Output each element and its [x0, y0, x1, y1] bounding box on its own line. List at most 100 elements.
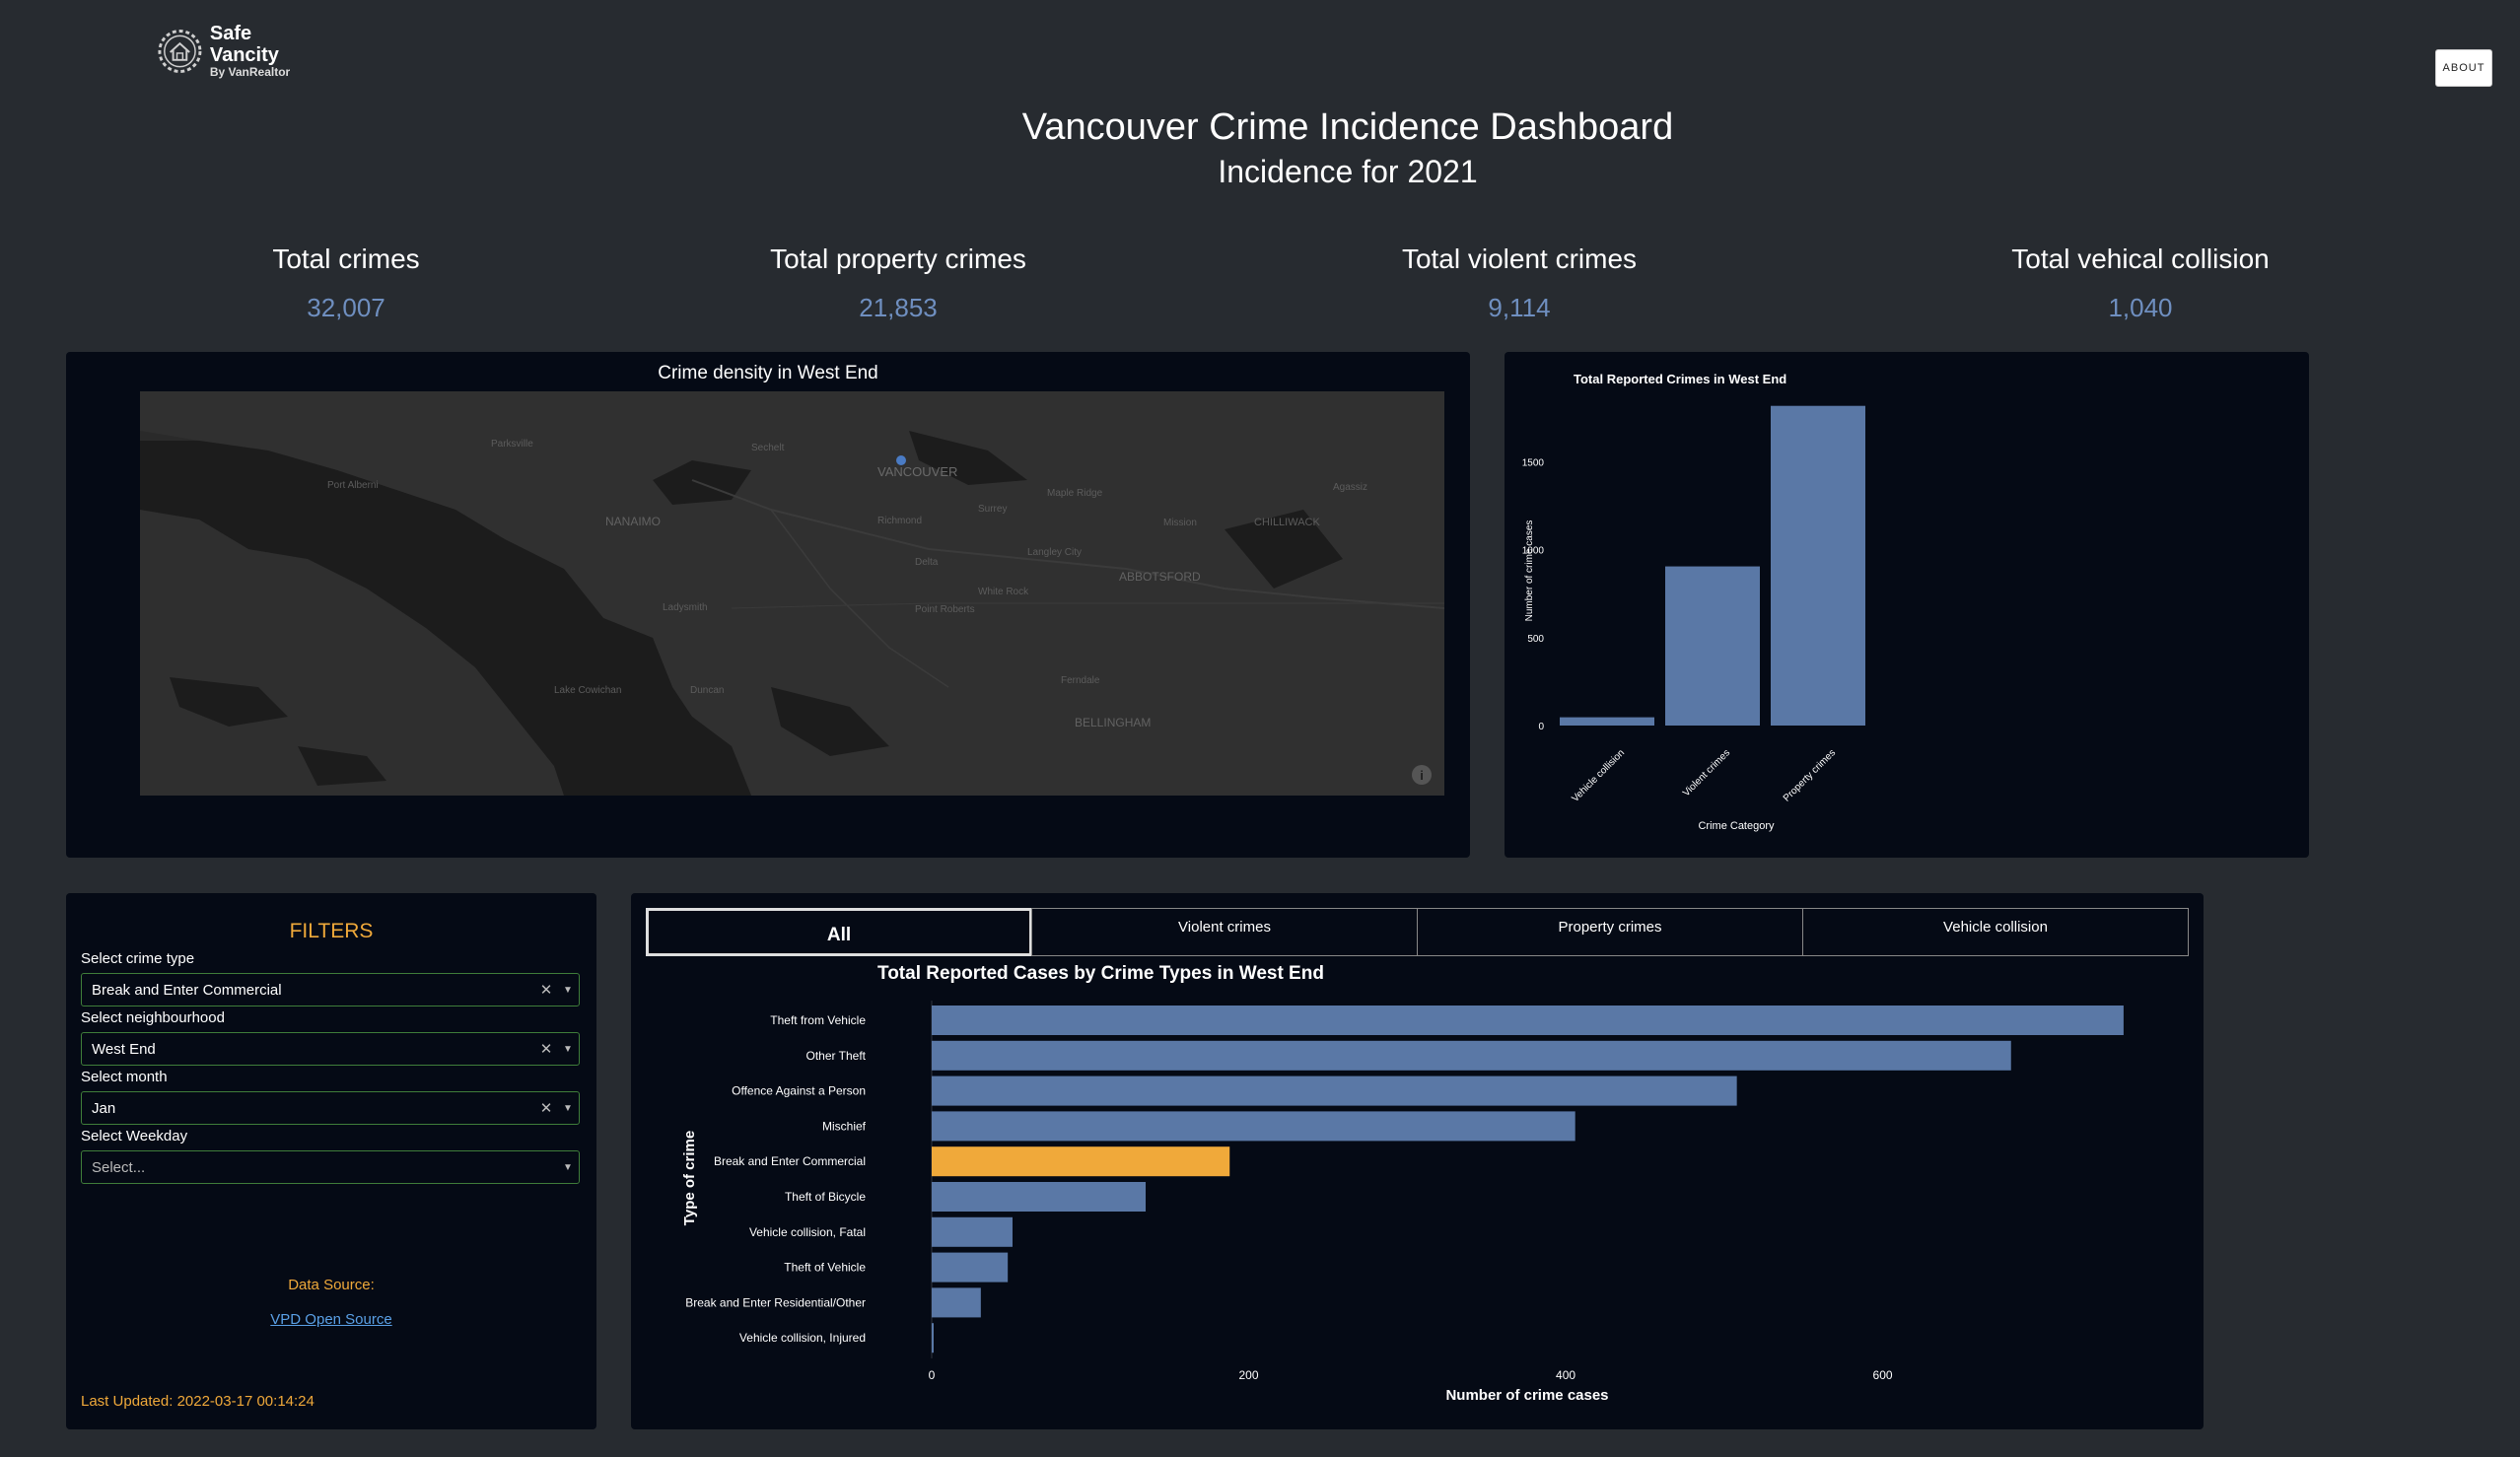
- crime-types-xtick: 400: [1556, 1368, 1575, 1382]
- map-label-chilliwack: CHILLIWACK: [1254, 517, 1320, 528]
- crime-type-bar-theft-of-bicycle[interactable]: [932, 1182, 1147, 1212]
- weekday-chevron-down-icon[interactable]: ▼: [557, 1162, 579, 1173]
- data-source-link[interactable]: VPD Open Source: [66, 1311, 596, 1328]
- neighbourhood-clear-icon[interactable]: ✕: [535, 1040, 557, 1058]
- crime-type-value: Break and Enter Commercial: [92, 981, 282, 999]
- page-title: Vancouver Crime Incidence Dashboard: [1021, 106, 1674, 148]
- logo-subtitle: By VanRealtor: [209, 65, 291, 80]
- stat-vehicle-collision-label: Total vehical collision: [2011, 243, 2270, 274]
- map-label-lake-cowichan: Lake Cowichan: [554, 685, 621, 696]
- month-select[interactable]: Jan ✕ ▼: [81, 1091, 580, 1125]
- crime-types-chart-xlabel: Number of crime cases: [1445, 1387, 1608, 1404]
- crime-density-map[interactable]: VANCOUVER NANAIMO ABBOTSFORD CHILLIWACK …: [140, 391, 1444, 796]
- crime-types-bar-chart: Total Reported Cases by Crime Types in W…: [681, 963, 2124, 1404]
- category-chart-xlabel: Crime Category: [1698, 820, 1775, 832]
- category-chart-ytick: 0: [1538, 722, 1544, 732]
- map-label-parksville: Parksville: [491, 439, 533, 450]
- map-label-ladysmith: Ladysmith: [663, 602, 708, 613]
- map-label-mission: Mission: [1163, 518, 1197, 528]
- category-bar-vehicle-collision[interactable]: [1560, 717, 1654, 726]
- category-chart-ytick: 500: [1527, 634, 1544, 645]
- category-bar-chart: Total Reported Crimes in West End 050010…: [1522, 372, 1865, 832]
- about-button[interactable]: ABOUT: [2435, 49, 2492, 87]
- tab-all-label: All: [826, 925, 852, 945]
- crime-type-bar-break-and-enter-commercial[interactable]: [932, 1146, 1230, 1177]
- category-chart-xtick: Vehicle collision: [1570, 747, 1627, 804]
- map-label-white-rock: White Rock: [978, 587, 1029, 597]
- tab-violent-crimes[interactable]: Violent crimes: [1031, 908, 1418, 956]
- weekday-select[interactable]: Select... ▼: [81, 1150, 580, 1184]
- map-label-delta: Delta: [915, 557, 939, 568]
- stat-property-crimes-value: 21,853: [859, 293, 938, 322]
- crime-type-clear-icon[interactable]: ✕: [535, 981, 557, 999]
- category-chart-xtick: Violent crimes: [1681, 747, 1732, 798]
- month-label: Select month: [81, 1069, 168, 1085]
- map-label-nanaimo: NANAIMO: [605, 515, 661, 528]
- tab-vehicle-collision[interactable]: Vehicle collision: [1802, 908, 2189, 956]
- crime-types-ytick: Theft from Vehicle: [770, 1013, 866, 1027]
- map-info-icon[interactable]: i: [1412, 765, 1432, 785]
- crime-types-ytick: Theft of Bicycle: [785, 1190, 866, 1204]
- map-label-abbotsford: ABBOTSFORD: [1119, 570, 1201, 584]
- crime-type-bar-vehicle-collision-fatal[interactable]: [932, 1216, 1013, 1247]
- tab-property-crimes[interactable]: Property crimes: [1417, 908, 1803, 956]
- crime-types-ytick: Theft of Vehicle: [784, 1261, 866, 1275]
- crime-types-xtick: 600: [1873, 1368, 1893, 1382]
- map-label-sechelt: Sechelt: [751, 443, 785, 453]
- logo-title: Safe Vancity: [209, 23, 279, 67]
- map-label-bellingham: BELLINGHAM: [1075, 716, 1151, 729]
- tab-property-crimes-label: Property crimes: [1558, 919, 1662, 936]
- crime-type-bar-offence-against-a-person[interactable]: [932, 1075, 1737, 1106]
- crime-types-chart-wrap: Total Reported Cases by Crime Types in W…: [631, 956, 2204, 1429]
- map-label-ferndale: Ferndale: [1061, 675, 1100, 686]
- stat-total-crimes-value: 32,007: [307, 293, 385, 322]
- map-title: Crime density in West End: [658, 363, 878, 383]
- map-label-agassiz: Agassiz: [1333, 482, 1367, 493]
- crime-types-ytick: Vehicle collision, Injured: [739, 1331, 866, 1345]
- stat-total-crimes-label: Total crimes: [272, 243, 420, 274]
- neighbourhood-select[interactable]: West End ✕ ▼: [81, 1032, 580, 1066]
- logo: Safe Vancity By VanRealtor: [156, 23, 323, 79]
- map-label-richmond: Richmond: [877, 516, 922, 526]
- category-chart-ylabel: Number of crime cases: [1524, 520, 1535, 622]
- svg-text:i: i: [1420, 768, 1424, 783]
- crime-type-chevron-down-icon[interactable]: ▼: [557, 985, 579, 996]
- tab-violent-crimes-label: Violent crimes: [1178, 919, 1271, 936]
- crime-types-ytick: Offence Against a Person: [732, 1084, 866, 1098]
- category-chart-xtick: Property crimes: [1782, 747, 1838, 803]
- crime-types-ytick: Break and Enter Residential/Other: [685, 1295, 866, 1309]
- map-label-port-alberni: Port Alberni: [327, 480, 379, 491]
- logo-house-icon: [158, 30, 202, 73]
- crime-type-bar-break-and-enter-residential-other[interactable]: [932, 1287, 981, 1318]
- tab-all[interactable]: All: [646, 908, 1032, 956]
- crime-types-ytick: Vehicle collision, Fatal: [749, 1225, 866, 1239]
- category-chart-ytick: 1500: [1522, 457, 1545, 468]
- category-chart-title: Total Reported Crimes in West End: [1574, 372, 1786, 386]
- page-subtitle: Incidence for 2021: [1218, 154, 1478, 189]
- map-label-duncan: Duncan: [690, 685, 724, 696]
- crime-type-bar-theft-from-vehicle[interactable]: [932, 1006, 2124, 1035]
- weekday-label: Select Weekday: [81, 1128, 188, 1145]
- stat-violent-crimes-label: Total violent crimes: [1401, 243, 1638, 274]
- crime-type-bar-other-theft[interactable]: [932, 1040, 2011, 1071]
- tab-vehicle-collision-label: Vehicle collision: [1943, 919, 2048, 936]
- crime-type-bar-vehicle-collision-injured[interactable]: [932, 1323, 934, 1353]
- stat-vehicle-collision-value: 1,040: [2108, 293, 2173, 322]
- crime-type-select[interactable]: Break and Enter Commercial ✕ ▼: [81, 973, 580, 1006]
- neighbourhood-value: West End: [92, 1040, 156, 1058]
- category-chart-panel: Total Reported Crimes in West End 0 500 10…: [1505, 352, 2309, 858]
- neighbourhood-chevron-down-icon[interactable]: ▼: [557, 1044, 579, 1055]
- crime-types-chart-title: Total Reported Cases by Crime Types in W…: [877, 963, 1324, 984]
- month-chevron-down-icon[interactable]: ▼: [557, 1103, 579, 1114]
- map-label-point-roberts: Point Roberts: [915, 604, 975, 615]
- crime-types-xtick: 200: [1239, 1368, 1259, 1382]
- category-bar-violent-crimes[interactable]: [1665, 566, 1760, 726]
- month-value: Jan: [92, 1099, 116, 1117]
- month-clear-icon[interactable]: ✕: [535, 1099, 557, 1117]
- crime-type-bar-theft-of-vehicle[interactable]: [932, 1252, 1009, 1283]
- crime-types-xtick: 0: [929, 1368, 936, 1382]
- weekday-placeholder: Select...: [92, 1158, 146, 1176]
- stat-violent-crimes-value: 9,114: [1488, 293, 1551, 322]
- category-bar-property-crimes[interactable]: [1771, 405, 1865, 726]
- crime-type-bar-mischief[interactable]: [932, 1111, 1575, 1142]
